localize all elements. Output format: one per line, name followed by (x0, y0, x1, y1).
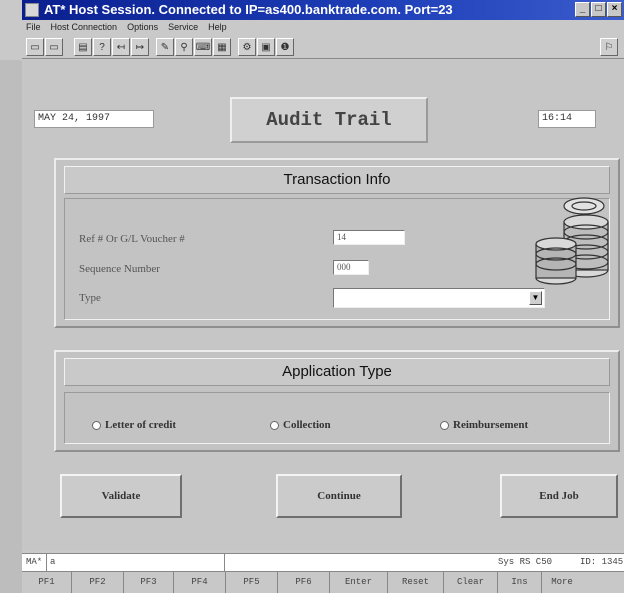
left-margin (0, 60, 22, 593)
zoom-icon[interactable]: ⚲ (175, 38, 193, 56)
continue-button[interactable]: Continue (276, 474, 402, 518)
help-icon[interactable]: ⚐ (600, 38, 618, 56)
radio-letter-of-credit[interactable]: Letter of credit (92, 419, 176, 431)
pf1-key[interactable]: PF1 (22, 572, 72, 593)
pf3-key[interactable]: PF3 (124, 572, 174, 593)
status-mode: MA* (26, 557, 43, 567)
info-icon[interactable]: ❶ (276, 38, 294, 56)
menu-bar: File Host Connection Options Service Hel… (22, 20, 624, 35)
connect-icon[interactable]: ▭ (26, 38, 44, 56)
radio-reimbursement-label: Reimbursement (453, 419, 529, 431)
menu-host-connection[interactable]: Host Connection (51, 20, 118, 35)
status-bar: MA* a Sys RS C50 ID: 1345 (22, 553, 624, 572)
type-dropdown[interactable]: ▼ (333, 288, 545, 308)
menu-help[interactable]: Help (208, 20, 227, 35)
clear-key[interactable]: Clear (444, 572, 498, 593)
maximize-button[interactable]: □ (591, 2, 606, 17)
function-key-bar: PF1 PF2 PF3 PF4 PF5 PF6 Enter Reset Clea… (22, 571, 624, 593)
time-display: 16:14 (538, 110, 596, 128)
macro-icon[interactable]: ✎ (156, 38, 174, 56)
application-type-body (64, 392, 610, 444)
status-divider (224, 554, 225, 572)
enter-key[interactable]: Enter (330, 572, 388, 593)
help-icon[interactable]: ? (93, 38, 111, 56)
send-icon[interactable]: ↤ (112, 38, 130, 56)
status-cursor: a (50, 557, 56, 567)
radio-circle-icon (440, 420, 449, 430)
receive-icon[interactable]: ↦ (131, 38, 149, 56)
keyboard-icon[interactable]: ⌨ (194, 38, 212, 56)
status-session: Sys RS C50 (498, 557, 553, 567)
status-id: ID: 1345 (580, 557, 624, 567)
disconnect-icon[interactable]: ▭ (45, 38, 63, 56)
settings-icon[interactable]: ⚙ (238, 38, 256, 56)
ref-number-field[interactable]: 14 (333, 230, 405, 245)
radio-letter-of-credit-label: Letter of credit (105, 419, 177, 431)
menu-file[interactable]: File (26, 20, 41, 35)
menu-service[interactable]: Service (168, 20, 198, 35)
window-title: AT* Host Session. Connected to IP=as400.… (44, 2, 453, 17)
minimize-button[interactable]: _ (575, 2, 590, 17)
radio-collection[interactable]: Collection (270, 419, 331, 431)
menu-options[interactable]: Options (127, 20, 158, 35)
system-menu-icon[interactable] (25, 3, 39, 17)
radio-collection-label: Collection (283, 419, 331, 431)
status-divider (46, 554, 47, 572)
type-label: Type (79, 292, 101, 304)
coin-stack-icon (535, 197, 609, 285)
reset-key[interactable]: Reset (388, 572, 444, 593)
radio-reimbursement[interactable]: Reimbursement (440, 419, 528, 431)
sequence-number-label: Sequence Number (79, 263, 160, 275)
ref-number-label: Ref # Or G/L Voucher # (79, 233, 185, 245)
insert-key[interactable]: Ins (498, 572, 542, 593)
toolbar: ▭ ▭ ▤ ? ↤ ↦ ✎ ⚲ ⌨ ▦ ⚙ ▣ ❶ ⚐ (22, 35, 624, 59)
application-type-panel: Application Type (54, 350, 620, 452)
end-job-button[interactable]: End Job (500, 474, 618, 518)
window-icon[interactable]: ▣ (257, 38, 275, 56)
window-controls: _ □ × (575, 2, 622, 17)
more-key[interactable]: More (542, 572, 582, 593)
chevron-down-icon[interactable]: ▼ (529, 291, 542, 305)
pf6-key[interactable]: PF6 (278, 572, 330, 593)
screen-title: Audit Trail (230, 97, 428, 143)
pf4-key[interactable]: PF4 (174, 572, 226, 593)
sequence-number-field[interactable]: 000 (333, 260, 369, 275)
transaction-info-heading: Transaction Info (64, 166, 610, 194)
date-display: MAY 24, 1997 (34, 110, 154, 128)
validate-button[interactable]: Validate (60, 474, 182, 518)
pf5-key[interactable]: PF5 (226, 572, 278, 593)
keypad-icon[interactable]: ▦ (213, 38, 231, 56)
close-button[interactable]: × (607, 2, 622, 17)
title-bar: AT* Host Session. Connected to IP=as400.… (22, 0, 624, 20)
radio-circle-icon (92, 420, 101, 430)
pf2-key[interactable]: PF2 (72, 572, 124, 593)
print-icon[interactable]: ▤ (74, 38, 92, 56)
radio-circle-icon (270, 420, 279, 430)
application-type-heading: Application Type (64, 358, 610, 386)
